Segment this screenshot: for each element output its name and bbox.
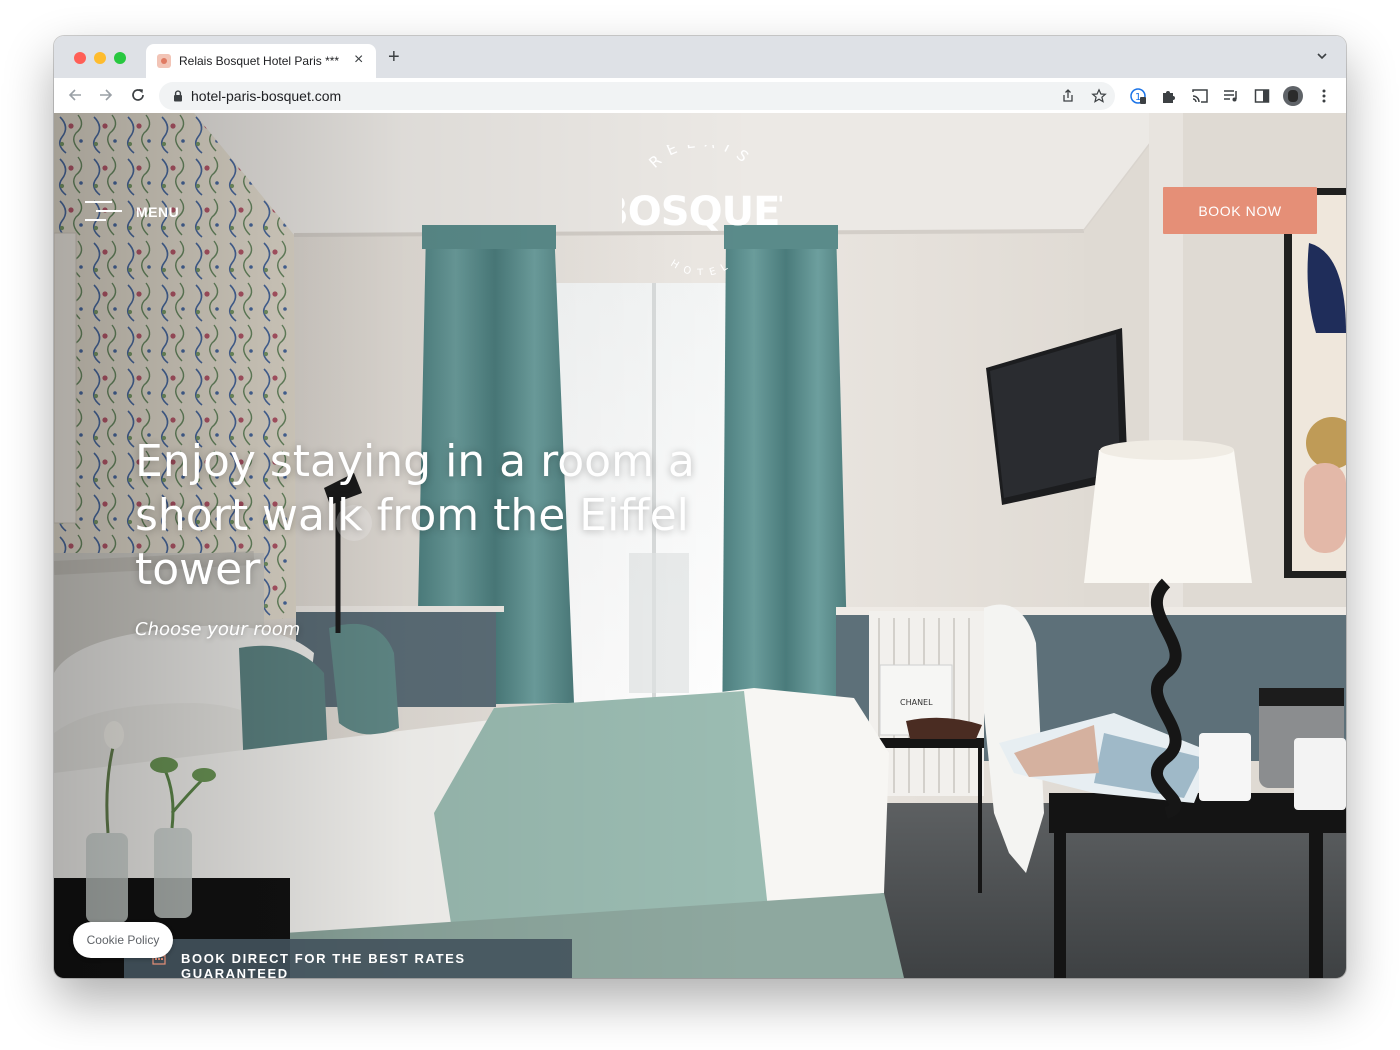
svg-text:RELAIS: RELAIS	[645, 145, 758, 172]
browser-toolbar: hotel-paris-bosquet.com 1	[54, 78, 1346, 114]
sidepanel-icon[interactable]	[1253, 87, 1271, 105]
back-icon[interactable]	[66, 86, 84, 104]
browser-window: Relais Bosquet Hotel Paris *** × + hotel…	[54, 36, 1346, 978]
lock-icon[interactable]	[171, 89, 185, 103]
maximize-window-button[interactable]	[114, 52, 126, 64]
cookie-policy-button[interactable]: Cookie Policy	[73, 922, 173, 958]
puzzle-icon[interactable]	[1160, 87, 1178, 105]
best-rate-text: BOOK DIRECT FOR THE BEST RATES GUARANTEE…	[181, 951, 466, 978]
best-rate-banner[interactable]: BOOK DIRECT FOR THE BEST RATES GUARANTEE…	[124, 939, 572, 978]
more-icon[interactable]	[1315, 87, 1333, 105]
share-icon[interactable]	[1060, 88, 1076, 104]
svg-text:CHANEL: CHANEL	[900, 698, 933, 707]
logo-wordmark: BOSQUET	[622, 189, 782, 235]
address-bar[interactable]: hotel-paris-bosquet.com	[159, 82, 1115, 110]
choose-room-link[interactable]: Choose your room	[135, 619, 300, 640]
svg-text:HOTEL: HOTEL	[668, 258, 735, 275]
forward-icon[interactable]	[97, 86, 115, 104]
new-tab-button[interactable]: +	[388, 47, 400, 67]
menu-button[interactable]: MENU	[84, 197, 194, 227]
reload-icon[interactable]	[129, 86, 147, 104]
tab-search-chevron-icon[interactable]	[1316, 50, 1328, 62]
tab-strip: Relais Bosquet Hotel Paris *** × +	[54, 36, 1346, 78]
bosquet-logo[interactable]: RELAIS BOSQUET HOTEL	[622, 145, 782, 275]
logo-arc-top: RELAIS	[645, 145, 749, 172]
url-text[interactable]: hotel-paris-bosquet.com	[191, 88, 341, 104]
favicon-icon	[157, 54, 171, 68]
page-content: CHANEL MENU RE IS OSQUE HOTEL BOOK NOW E…	[54, 113, 1346, 978]
logo-arc-bottom: HOTEL	[668, 258, 728, 275]
hero-headline: Enjoy staying in a room a short walk fro…	[135, 436, 695, 595]
close-window-button[interactable]	[74, 52, 86, 64]
tab-title: Relais Bosquet Hotel Paris ***	[179, 54, 340, 68]
profile-avatar[interactable]	[1283, 86, 1303, 106]
active-tab[interactable]: Relais Bosquet Hotel Paris *** ×	[146, 44, 376, 78]
extension-icon[interactable]: 1	[1129, 87, 1147, 105]
media-icon[interactable]	[1222, 87, 1240, 105]
tab-close-icon[interactable]: ×	[354, 50, 363, 70]
cast-icon[interactable]	[1191, 87, 1209, 105]
minimize-window-button[interactable]	[94, 52, 106, 64]
star-icon[interactable]	[1091, 88, 1107, 104]
hamburger-icon[interactable]	[84, 197, 124, 227]
book-now-button[interactable]: BOOK NOW	[1163, 187, 1317, 234]
menu-label: MENU	[136, 204, 180, 220]
